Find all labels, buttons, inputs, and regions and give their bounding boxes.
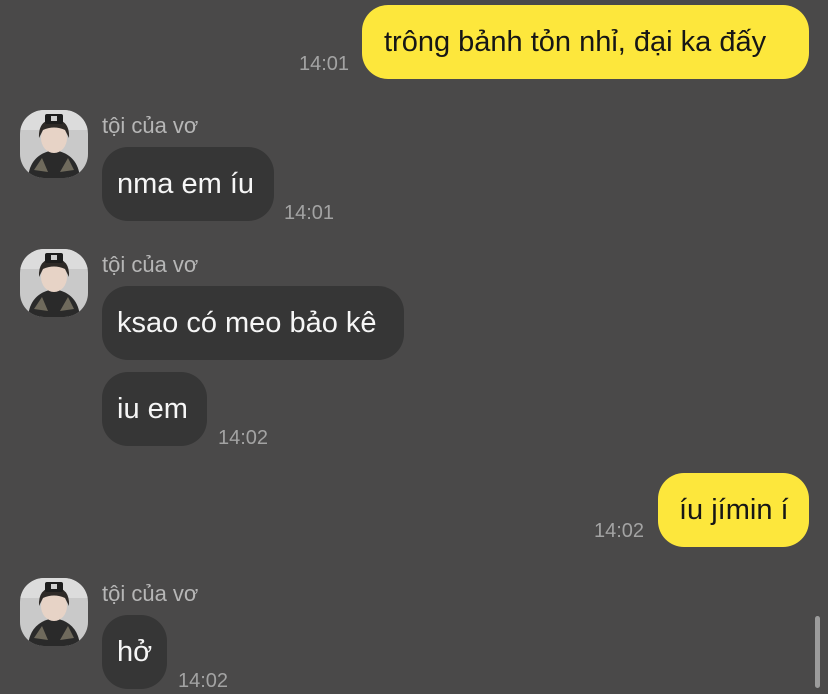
message-text: hở	[117, 636, 153, 668]
message-text: trông bảnh tỏn nhỉ, đại ka đấy	[384, 26, 767, 58]
incoming-message-bubble[interactable]: hở	[102, 615, 167, 689]
sender-name: tội của vơ	[102, 252, 199, 277]
sender-name: tội của vơ	[102, 113, 199, 138]
contact-avatar[interactable]	[20, 110, 88, 178]
vertical-scrollbar[interactable]	[815, 616, 820, 688]
message-text: íu jímin í	[679, 494, 789, 526]
outgoing-message-bubble[interactable]: íu jímin í	[658, 473, 809, 547]
profile-photo-icon	[20, 110, 88, 178]
incoming-message-bubble[interactable]: iu em	[102, 372, 207, 446]
profile-photo-icon	[20, 249, 88, 317]
outgoing-message-bubble[interactable]: trông bảnh tỏn nhỉ, đại ka đấy	[362, 5, 809, 79]
incoming-message-bubble[interactable]: ksao có meo bảo kê	[102, 286, 404, 360]
message-text: ksao có meo bảo kê	[117, 307, 377, 339]
contact-avatar[interactable]	[20, 578, 88, 646]
message-text: nma em íu	[117, 168, 254, 200]
message-timestamp: 14:01	[299, 53, 350, 75]
message-timestamp: 14:02	[594, 520, 645, 542]
profile-photo-icon	[20, 578, 88, 646]
message-timestamp: 14:02	[218, 427, 269, 449]
contact-avatar[interactable]	[20, 249, 88, 317]
message-text: iu em	[117, 393, 188, 425]
incoming-message-bubble[interactable]: nma em íu	[102, 147, 274, 221]
message-timestamp: 14:01	[284, 202, 335, 224]
message-timestamp: 14:02	[178, 670, 229, 692]
sender-name: tội của vơ	[102, 581, 199, 606]
